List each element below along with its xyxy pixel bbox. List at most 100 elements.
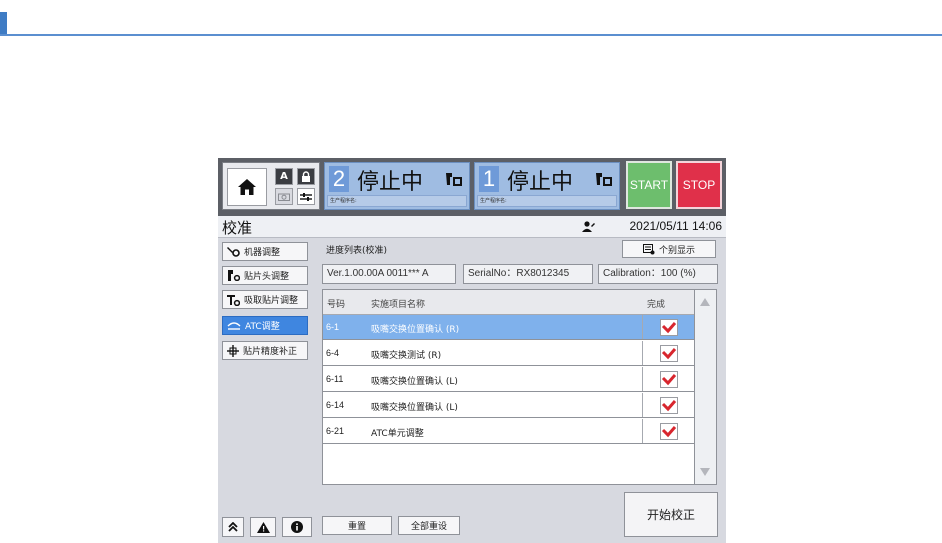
version-field: Ver.1.00.00A 0011*** A (322, 264, 456, 284)
lock-button[interactable] (297, 168, 315, 185)
done-checkbox[interactable] (660, 423, 678, 440)
check-icon (661, 374, 677, 386)
menu-item-label: 机器调整 (244, 248, 281, 258)
table-row[interactable]: 6-4 吸嘴交换测试 (R) (323, 341, 694, 366)
menu-item-head-adjust[interactable]: 贴片头调整 (222, 266, 308, 285)
head-gear-icon (228, 270, 240, 281)
row-item-name: ATC单元调整 (371, 429, 424, 439)
row-item-name: 吸嘴交换测试 (R) (371, 351, 442, 361)
row-code: 6-11 (326, 374, 344, 384)
table-header: 号码 实施项目名称 完成 (323, 290, 694, 315)
list-view-icon (642, 243, 655, 254)
individual-display-label: 个别显示 (658, 245, 695, 256)
scroll-up-icon[interactable] (700, 298, 710, 306)
table-row[interactable]: 6-14 吸嘴交换位置确认 (L) (323, 393, 694, 418)
menu-item-atc-adjust[interactable]: ATC调整 (222, 316, 308, 335)
home-icon (238, 179, 256, 195)
lane-1-status[interactable]: 1 停止中 生产程序名: (474, 162, 620, 210)
user-icon (582, 221, 595, 232)
progress-table: 号码 实施项目名称 完成 6-1 吸嘴交换位置确认 (R) 6-4 吸嘴交换测试 (R… (322, 289, 695, 485)
lock-icon (302, 171, 310, 182)
lane-state: 停止中 (357, 170, 424, 195)
title-bar: 校准 2021/05/11 14:06 (218, 216, 726, 238)
individual-display-button[interactable]: 个别显示 (622, 240, 716, 258)
done-checkbox[interactable] (660, 319, 678, 336)
sliders-icon (300, 192, 312, 201)
stop-button[interactable]: STOP (676, 161, 722, 209)
row-code: 6-14 (326, 400, 345, 410)
page-divider (0, 34, 942, 36)
letter-a-icon: A (280, 171, 288, 182)
column-header-code: 号码 (327, 300, 346, 310)
done-checkbox[interactable] (660, 397, 678, 414)
program-name-field: 生产程序名: (327, 195, 467, 207)
nozzle-gear-icon (227, 294, 240, 306)
column-divider (642, 367, 643, 391)
progress-list-title: 进度列表(校准) (326, 246, 388, 256)
row-item-name: 吸嘴交换位置确认 (R) (371, 325, 460, 335)
column-divider (642, 393, 643, 417)
column-divider (642, 419, 643, 443)
menu-item-label: 贴片精度补正 (243, 347, 298, 357)
reset-button[interactable]: 重置 (322, 516, 392, 535)
machine-board-icon (446, 173, 462, 186)
machine-screen: A 2 停止中 生产程序名: 1 停止中 生产程序名: START STOP 校… (218, 158, 726, 543)
column-divider (642, 315, 643, 339)
auto-mode-button[interactable]: A (275, 168, 293, 185)
lane-2-status[interactable]: 2 停止中 生产程序名: (324, 162, 470, 210)
page-accent-bar (0, 12, 7, 35)
warning-button[interactable] (250, 517, 276, 537)
table-row[interactable]: 6-21 ATC单元调整 (323, 419, 694, 444)
reset-all-button[interactable]: 全部重设 (398, 516, 460, 535)
serial-field: SerialNo：RX8012345 (463, 264, 593, 284)
double-chevron-up-icon (228, 522, 238, 532)
header-bar: A 2 停止中 生产程序名: 1 停止中 生产程序名: START STOP (218, 158, 726, 216)
page-title: 校准 (222, 219, 253, 237)
menu-item-pickup-adjust[interactable]: 吸取贴片调整 (222, 290, 308, 309)
calibration-field: Calibration：100 (%) (598, 264, 718, 284)
check-icon (661, 400, 677, 412)
info-icon (291, 521, 303, 533)
collapse-button[interactable] (222, 517, 244, 537)
lane-number: 2 (329, 166, 349, 192)
scroll-down-icon[interactable] (700, 468, 710, 476)
column-header-name: 实施项目名称 (371, 300, 426, 310)
table-scrollbar[interactable] (695, 289, 717, 485)
wrench-gear-icon (227, 247, 240, 257)
menu-item-label: 吸取贴片调整 (244, 296, 299, 306)
home-button[interactable] (227, 168, 267, 206)
row-code: 6-4 (326, 348, 340, 358)
row-item-name: 吸嘴交换位置确认 (L) (371, 377, 458, 387)
menu-item-label: 贴片头调整 (244, 272, 290, 282)
machine-board-icon (596, 173, 612, 186)
settings-button[interactable] (297, 188, 315, 205)
done-checkbox[interactable] (660, 371, 678, 388)
check-icon (661, 426, 677, 438)
column-divider (642, 341, 643, 365)
atc-icon (227, 321, 241, 330)
table-row[interactable]: 6-1 吸嘴交换位置确认 (R) (323, 315, 694, 340)
menu-item-accuracy-correction[interactable]: 贴片精度补正 (222, 341, 308, 360)
table-row[interactable]: 6-11 吸嘴交换位置确认 (L) (323, 367, 694, 392)
start-calibration-button[interactable]: 开始校正 (624, 492, 718, 537)
row-code: 6-21 (326, 426, 345, 436)
menu-item-machine-adjust[interactable]: 机器调整 (222, 242, 308, 261)
info-button[interactable] (282, 517, 312, 537)
row-code: 6-1 (326, 322, 340, 332)
program-name-field: 生产程序名: (477, 195, 617, 207)
start-button[interactable]: START (626, 161, 672, 209)
warning-icon (256, 521, 270, 533)
check-icon (661, 322, 677, 334)
datetime-display: 2021/05/11 14:06 (629, 219, 722, 233)
lane-number: 1 (479, 166, 499, 192)
home-panel: A (222, 162, 320, 210)
camera-icon (278, 193, 290, 201)
check-icon (661, 348, 677, 360)
camera-button[interactable] (275, 188, 293, 205)
column-header-done: 完成 (647, 300, 666, 310)
crosshair-icon (227, 344, 239, 357)
row-item-name: 吸嘴交换位置确认 (L) (371, 403, 458, 413)
menu-item-label: ATC调整 (245, 322, 280, 332)
done-checkbox[interactable] (660, 345, 678, 362)
lane-state: 停止中 (507, 170, 574, 195)
